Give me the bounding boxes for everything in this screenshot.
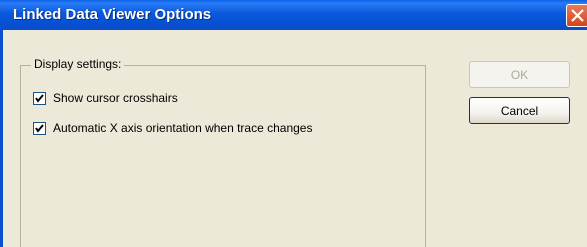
close-x-icon (571, 9, 584, 22)
show-crosshairs-label: Show cursor crosshairs (53, 91, 178, 105)
show-crosshairs-checkbox-row[interactable]: Show cursor crosshairs (33, 91, 178, 105)
window-frame-left (0, 30, 3, 247)
cancel-button-label: Cancel (500, 103, 539, 118)
ok-button[interactable]: OK (469, 61, 570, 88)
show-crosshairs-checkbox[interactable] (33, 91, 46, 105)
auto-x-axis-label: Automatic X axis orientation when trace … (53, 121, 313, 135)
checkmark-icon (35, 93, 44, 103)
display-settings-label: Display settings: (31, 57, 125, 71)
auto-x-axis-checkbox-row[interactable]: Automatic X axis orientation when trace … (33, 121, 312, 135)
checkmark-icon (35, 123, 44, 133)
ok-button-label: OK (510, 67, 529, 82)
close-button[interactable] (566, 4, 587, 27)
window-title: Linked Data Viewer Options (13, 6, 212, 23)
title-bar: Linked Data Viewer Options (0, 0, 587, 30)
auto-x-axis-checkbox[interactable] (33, 121, 46, 135)
cancel-button[interactable]: Cancel (469, 97, 570, 124)
